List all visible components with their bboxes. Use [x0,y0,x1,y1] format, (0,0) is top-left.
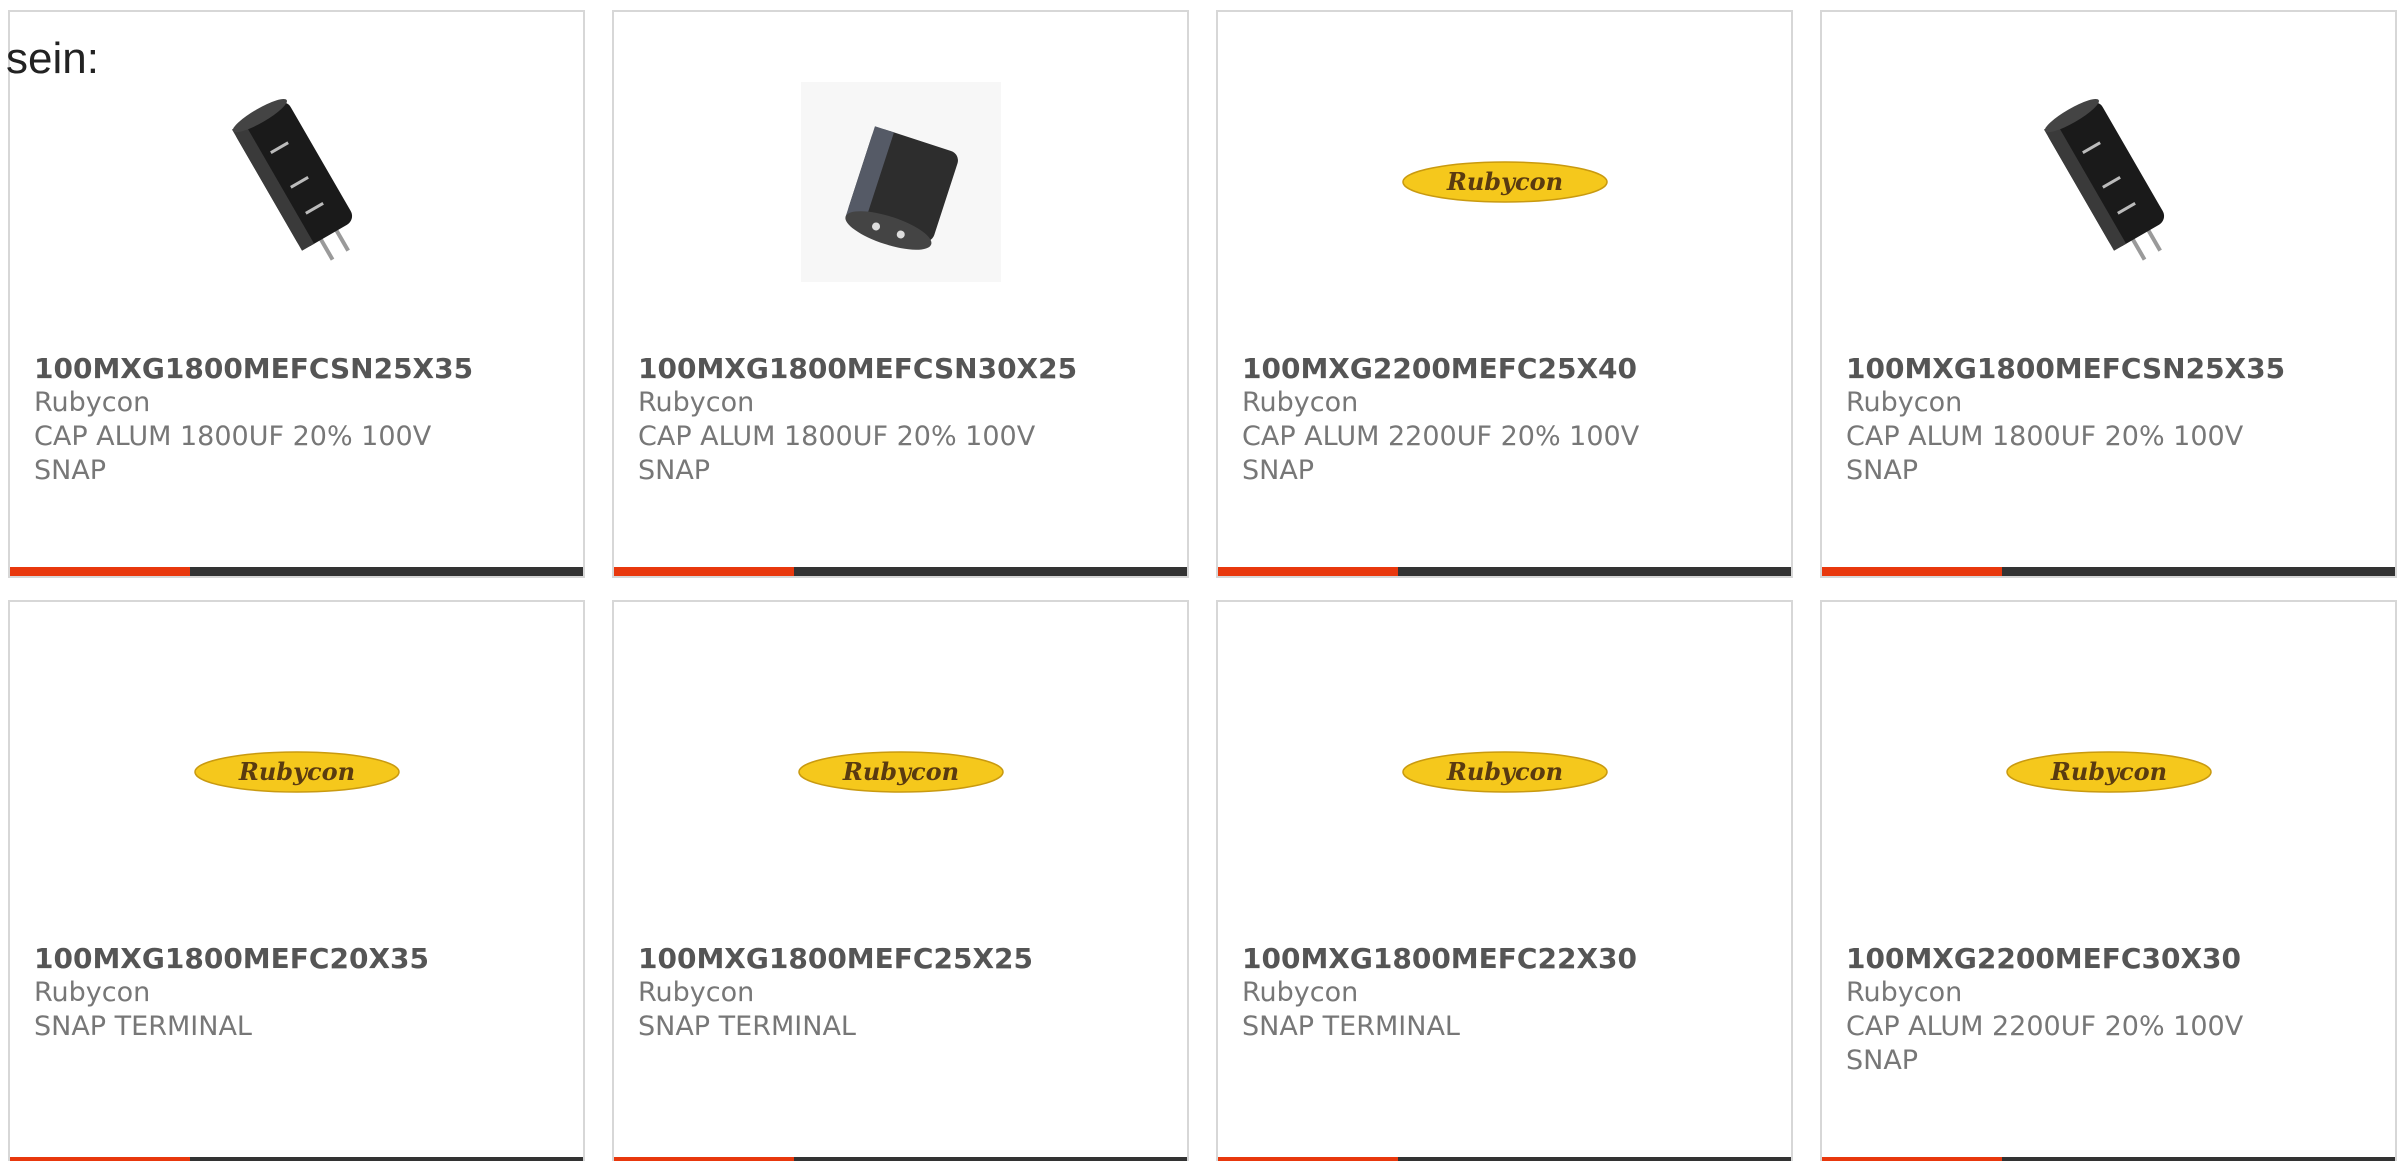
rubycon-logo: Rubycon [1401,161,1608,203]
product-part-number[interactable]: 100MXG1800MEFCSN30X25 [638,352,1163,386]
product-part-number[interactable]: 100MXG1800MEFCSN25X35 [34,352,559,386]
product-part-number[interactable]: 100MXG1800MEFC20X35 [34,942,559,976]
product-card[interactable]: 100MXG1800MEFCSN30X25 Rubycon CAP ALUM 180… [612,10,1189,578]
product-image[interactable] [10,72,583,292]
product-card[interactable]: 100MXG1800MEFCSN25X35 Rubycon CAP ALUM 180… [8,10,585,578]
product-image[interactable]: Rubycon [10,662,583,882]
card-accent-fill [1822,567,2002,576]
product-part-number[interactable]: 100MXG1800MEFCSN25X35 [1846,352,2371,386]
svg-text:Rubycon: Rubycon [1445,167,1562,196]
product-manufacturer: Rubycon [638,977,755,1008]
product-info: 100MXG1800MEFC20X35 Rubycon SNAP TERMINAL [34,942,559,1044]
product-description: SNAP TERMINAL [638,1011,856,1042]
product-description: SNAP [638,455,711,486]
card-accent-bar [10,567,583,576]
page: sein: 100MXG1800MEFCSN25X35 Rubycon CAP AL… [0,0,2400,1161]
intro-text: sein: [6,34,99,83]
card-accent-bar [614,1157,1187,1161]
card-accent-bar [10,1157,583,1161]
product-info: 100MXG2200MEFC25X40 Rubycon CAP ALUM 2200U… [1242,352,1767,488]
capacitor-short-photo [800,82,1001,282]
product-image[interactable]: Rubycon [1218,662,1791,882]
card-accent-fill [10,1157,190,1161]
product-description: CAP ALUM 1800UF 20% 100V [34,421,432,452]
card-accent-bar [1822,567,2395,576]
card-accent-bar [1218,567,1791,576]
svg-text:Rubycon: Rubycon [1445,757,1562,786]
product-description: CAP ALUM 1800UF 20% 100V [1846,421,2244,452]
product-part-number[interactable]: 100MXG1800MEFC22X30 [1242,942,1767,976]
card-accent-fill [1218,1157,1398,1161]
card-accent-fill [10,567,190,576]
product-image[interactable]: Rubycon [1822,662,2395,882]
card-accent-bar [1218,1157,1791,1161]
product-manufacturer: Rubycon [638,387,755,418]
card-accent-fill [614,567,794,576]
product-card[interactable]: Rubycon 100MXG1800MEFC20X35 Rubycon SNAP TE… [8,600,585,1161]
product-part-number[interactable]: 100MXG2200MEFC30X30 [1846,942,2371,976]
card-accent-fill [614,1157,794,1161]
card-accent-fill [1218,567,1398,576]
rubycon-logo: Rubycon [1401,751,1608,793]
product-manufacturer: Rubycon [34,977,151,1008]
capacitor-tall-photo [2043,99,2164,261]
svg-text:Rubycon: Rubycon [2049,757,2166,786]
product-card[interactable]: Rubycon 100MXG2200MEFC30X30 Rubycon CAP ALU… [1820,600,2397,1161]
product-description: CAP ALUM 2200UF 20% 100V [1242,421,1640,452]
product-manufacturer: Rubycon [1242,387,1359,418]
product-card[interactable]: Rubycon 100MXG1800MEFC22X30 Rubycon SNAP TE… [1216,600,1793,1161]
product-info: 100MXG1800MEFC22X30 Rubycon SNAP TERMINAL [1242,942,1767,1044]
card-accent-bar [614,567,1187,576]
product-description: SNAP [34,455,107,486]
product-image[interactable]: Rubycon [1218,72,1791,292]
capacitor-tall-photo [231,99,352,261]
card-accent-bar [1822,1157,2395,1161]
product-grid: 100MXG1800MEFCSN25X35 Rubycon CAP ALUM 180… [8,10,2397,1161]
product-image[interactable]: Rubycon [614,662,1187,882]
svg-text:Rubycon: Rubycon [237,757,354,786]
product-info: 100MXG1800MEFCSN25X35 Rubycon CAP ALUM 180… [1846,352,2371,488]
card-accent-fill [1822,1157,2002,1161]
product-info: 100MXG1800MEFC25X25 Rubycon SNAP TERMINAL [638,942,1163,1044]
product-card[interactable]: Rubycon 100MXG1800MEFC25X25 Rubycon SNAP TE… [612,600,1189,1161]
product-manufacturer: Rubycon [1242,977,1359,1008]
product-description: SNAP [1242,455,1315,486]
product-description: CAP ALUM 1800UF 20% 100V [638,421,1036,452]
product-info: 100MXG2200MEFC30X30 Rubycon CAP ALUM 2200U… [1846,942,2371,1078]
product-card[interactable]: Rubycon 100MXG2200MEFC25X40 Rubycon CAP ALU… [1216,10,1793,578]
rubycon-logo: Rubycon [797,751,1004,793]
product-info: 100MXG1800MEFCSN30X25 Rubycon CAP ALUM 180… [638,352,1163,488]
product-manufacturer: Rubycon [1846,387,1963,418]
product-description: CAP ALUM 2200UF 20% 100V [1846,1011,2244,1042]
product-description: SNAP [1846,455,1919,486]
product-info: 100MXG1800MEFCSN25X35 Rubycon CAP ALUM 180… [34,352,559,488]
rubycon-logo: Rubycon [193,751,400,793]
product-part-number[interactable]: 100MXG2200MEFC25X40 [1242,352,1767,386]
product-image[interactable] [1822,72,2395,292]
product-manufacturer: Rubycon [1846,977,1963,1008]
product-description: SNAP [1846,1045,1919,1076]
product-card[interactable]: 100MXG1800MEFCSN25X35 Rubycon CAP ALUM 180… [1820,10,2397,578]
product-manufacturer: Rubycon [34,387,151,418]
product-part-number[interactable]: 100MXG1800MEFC25X25 [638,942,1163,976]
product-description: SNAP TERMINAL [34,1011,252,1042]
rubycon-logo: Rubycon [2005,751,2212,793]
product-description: SNAP TERMINAL [1242,1011,1460,1042]
product-image[interactable] [614,72,1187,292]
svg-text:Rubycon: Rubycon [841,757,958,786]
